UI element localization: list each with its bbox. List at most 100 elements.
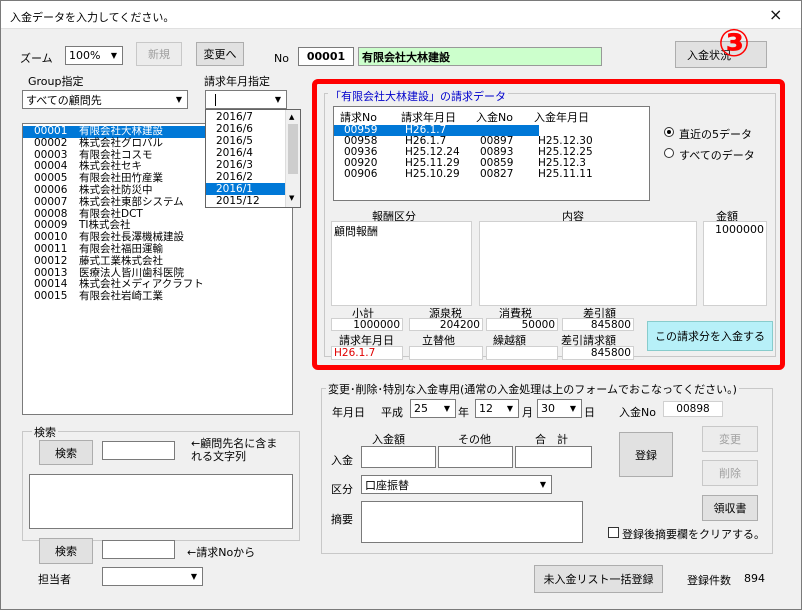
new-button[interactable]: 新規: [136, 42, 182, 66]
billing-month-dropdown[interactable]: ▼: [205, 90, 287, 109]
change-mode-button[interactable]: 変更へ: [196, 42, 244, 66]
zoom-label: ズーム: [20, 52, 53, 65]
client-id: 00007: [34, 195, 68, 208]
clear-memo-checkbox[interactable]: [608, 527, 619, 538]
amount-value: 1000000: [715, 223, 764, 236]
receipt-button[interactable]: 領収書: [702, 495, 758, 521]
chevron-down-icon: ▼: [565, 400, 581, 417]
billing-list[interactable]: 請求No 請求年月日 入金No 入金年月日 00959 H26.1.7 00958 H26.…: [333, 106, 650, 201]
billing-column-header: 入金No: [476, 111, 513, 124]
billing-row[interactable]: 00906 H25.10.29 00827 H25.11.11: [334, 169, 649, 180]
scrollbar[interactable]: ▲ ▼: [285, 110, 300, 207]
staff-dropdown[interactable]: ▼: [102, 567, 203, 586]
register-button[interactable]: 登録: [619, 432, 673, 477]
carryover-value: [486, 346, 558, 360]
month-option[interactable]: 2015/12: [206, 195, 285, 207]
billing-column-header: 入金年月日: [534, 111, 589, 124]
no-label: No: [274, 52, 289, 65]
delete-button[interactable]: 削除: [702, 460, 758, 486]
search-results-box[interactable]: [29, 474, 293, 529]
search-group-title: 検索: [32, 424, 58, 440]
other-amount-input[interactable]: [438, 446, 513, 468]
payment-no-value: 00898: [663, 401, 723, 417]
payment-no-label: 入金No: [619, 406, 656, 419]
deposit-amount-input[interactable]: [361, 446, 436, 468]
billing-list-header: 請求No 請求年月日 入金No 入金年月日: [334, 109, 649, 124]
change-button[interactable]: 変更: [702, 426, 758, 452]
radio-recent-label: 直近の5データ: [679, 128, 752, 141]
close-icon[interactable]: ×: [769, 5, 782, 24]
month-dropdown-list[interactable]: 2016/7 2016/6 2016/5 2016/4 2016/3 2016/2 2016…: [205, 109, 301, 208]
scroll-thumb[interactable]: [288, 124, 298, 174]
client-name: TI株式会社: [79, 219, 131, 232]
record-count-value: 894: [744, 572, 765, 585]
advance-value: [409, 346, 483, 360]
group-value: すべての顧問先: [26, 93, 102, 107]
pay-this-bill-button[interactable]: この請求分を入金する: [647, 321, 773, 351]
month-option[interactable]: 2016/1: [206, 183, 285, 195]
record-count-label: 登録件数: [687, 574, 731, 587]
scroll-down-icon[interactable]: ▼: [289, 194, 294, 202]
text-cursor: [215, 94, 216, 106]
client-name: 有限会社岩崎工業: [79, 290, 163, 303]
zoom-dropdown[interactable]: 100% ▼: [65, 46, 123, 65]
memo-label: 摘要: [331, 513, 353, 526]
subtotal-value: 1000000: [331, 318, 403, 331]
client-list-item[interactable]: 00015 有限会社岩崎工業: [23, 290, 292, 303]
month-option[interactable]: 2016/6: [206, 123, 285, 135]
month-option[interactable]: 2016/7: [206, 111, 285, 123]
remuneration-value: 顧問報酬: [334, 225, 378, 238]
billing-no-search-input[interactable]: [102, 540, 175, 559]
net-billing-value: 845800: [562, 346, 634, 360]
main-window: 入金データを入力してください。 × ズーム 100% ▼ 新規 変更へ No 00…: [0, 0, 802, 610]
other-label: その他: [458, 433, 491, 446]
month-option[interactable]: 2016/4: [206, 147, 285, 159]
date-label: 年月日: [332, 406, 365, 419]
billing-group-title: 「有限会社大林建設」の請求データ: [328, 88, 508, 104]
chevron-down-icon: ▼: [502, 400, 518, 417]
title-bar: 入金データを入力してください。 ×: [1, 1, 801, 29]
month-option[interactable]: 2016/5: [206, 135, 285, 147]
day-dropdown[interactable]: 30 ▼: [537, 399, 582, 418]
search-no-button[interactable]: 検索: [39, 538, 93, 564]
client-name: 医療法人皆川歯科医院: [79, 266, 184, 279]
client-name: 有限会社福田運輸: [79, 242, 163, 255]
month-dropdown[interactable]: 12 ▼: [475, 399, 519, 418]
search-name-button[interactable]: 検索: [39, 440, 93, 465]
client-name: 有限会社田竹産業: [79, 172, 163, 185]
year-unit: 年: [458, 406, 469, 419]
scroll-up-icon[interactable]: ▲: [289, 113, 294, 121]
day-value: 30: [541, 402, 555, 415]
radio-all[interactable]: [664, 148, 674, 158]
month-option[interactable]: 2016/3: [206, 159, 285, 171]
chevron-down-icon: ▼: [171, 91, 187, 108]
name-search-input[interactable]: [102, 441, 175, 460]
total-amount-input[interactable]: [515, 446, 592, 468]
client-id: 00015: [34, 290, 68, 303]
day-unit: 日: [584, 406, 595, 419]
billing-cell: 00906: [344, 168, 378, 180]
client-id: 00011: [34, 242, 68, 255]
client-id: 00012: [34, 254, 68, 267]
memo-input[interactable]: [361, 501, 583, 543]
window-title: 入金データを入力してください。: [10, 11, 175, 24]
client-name: 有限会社DCT: [79, 207, 143, 220]
radio-all-label: すべてのデータ: [679, 149, 755, 162]
month-value: 12: [479, 402, 493, 415]
group-dropdown[interactable]: すべての顧問先 ▼: [22, 90, 188, 109]
amount-box: 1000000: [703, 221, 767, 306]
clear-memo-label: 登録後摘要欄をクリアする。: [622, 528, 765, 541]
category-label: 区分: [331, 483, 353, 496]
step-badge: ③: [718, 21, 751, 65]
billing-month-label: 請求年月指定: [204, 75, 270, 88]
category-dropdown[interactable]: 口座振替 ▼: [361, 475, 552, 494]
month-option[interactable]: 2016/2: [206, 171, 285, 183]
billing-date-value: H26.1.7: [331, 346, 403, 360]
bulk-register-button[interactable]: 未入金リスト一括登録: [534, 565, 663, 593]
company-name-field: 有限会社大林建設: [358, 47, 602, 66]
client-no-field: 00001: [298, 47, 354, 66]
name-search-hint: ←顧問先名に含まれる文字列: [191, 437, 278, 463]
radio-recent[interactable]: [664, 127, 674, 137]
year-dropdown[interactable]: 25 ▼: [410, 399, 456, 418]
client-name: 藤式工業株式会社: [79, 254, 163, 267]
